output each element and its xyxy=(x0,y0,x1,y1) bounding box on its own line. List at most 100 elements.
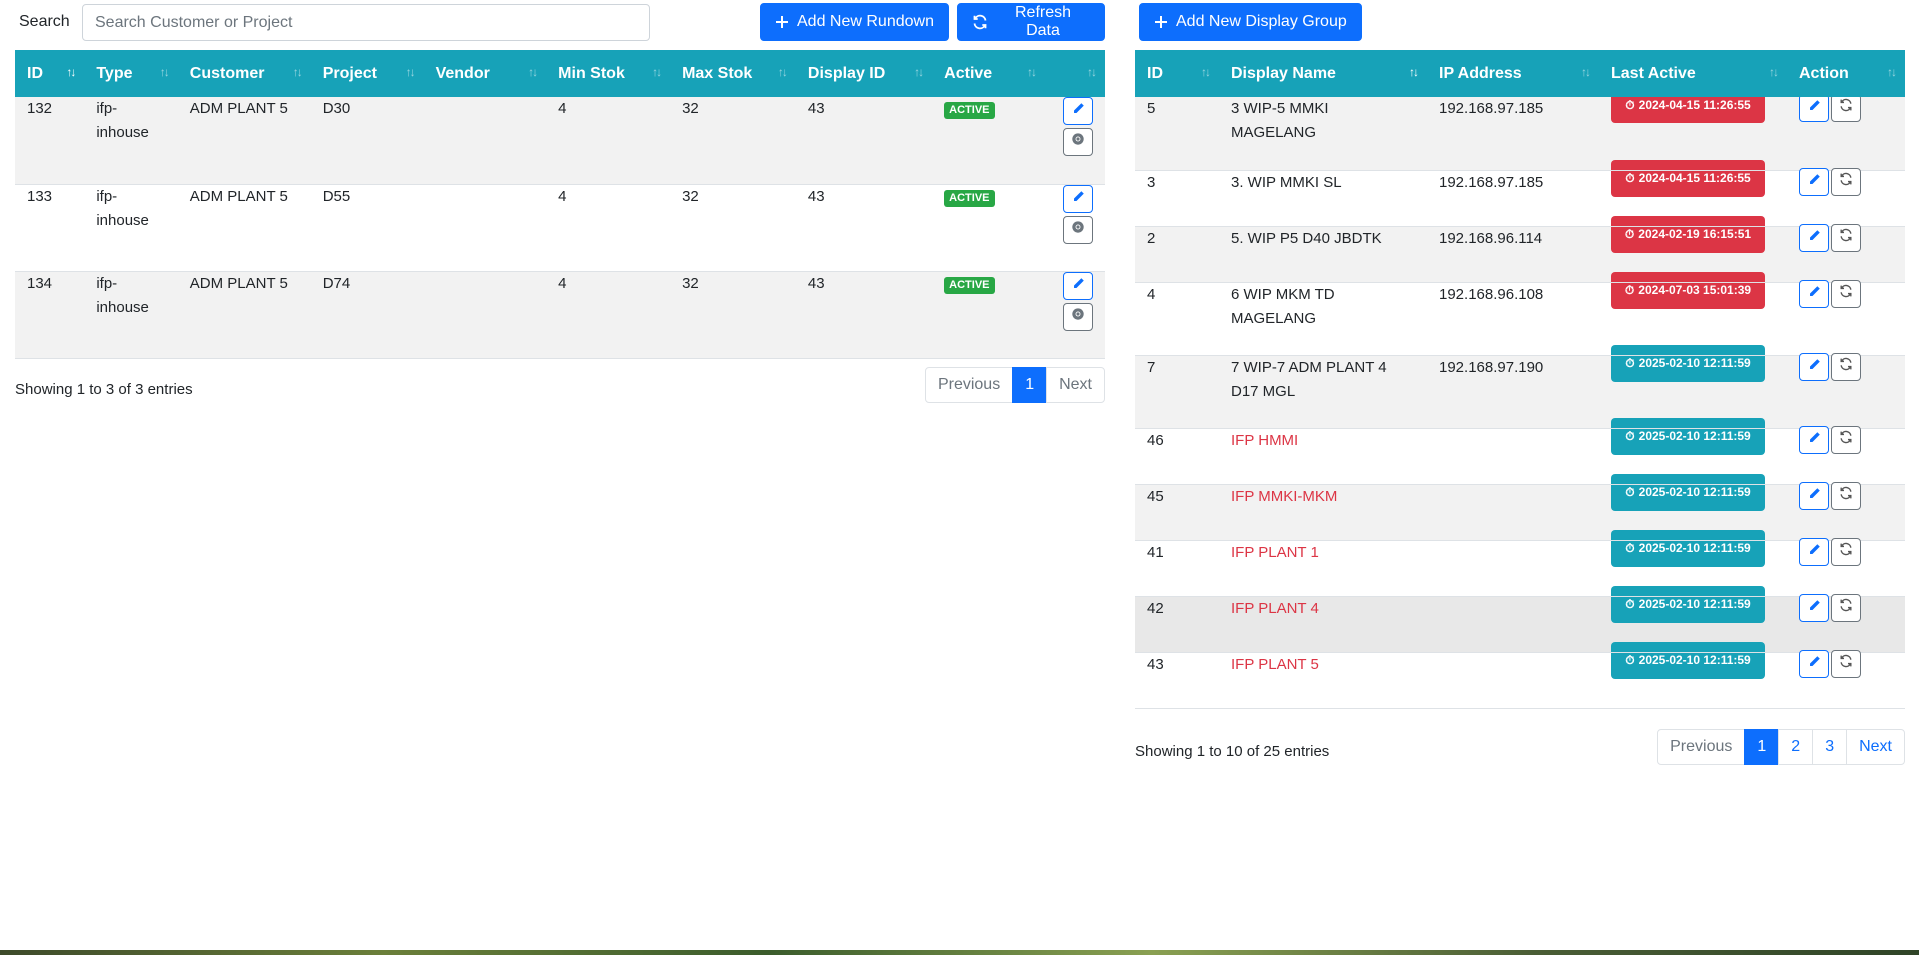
chrome-icon xyxy=(1071,218,1085,242)
col-ip-address[interactable]: IP Address ↑↓ xyxy=(1427,50,1599,97)
last-active-badge: ⏱ 2024-07-03 15:01:39 xyxy=(1611,271,1765,309)
pagination-page-2[interactable]: 2 xyxy=(1778,728,1814,765)
edit-button[interactable] xyxy=(1799,425,1829,454)
table-row: 42 IFP PLANT 4 ⏱ 2025-02-10 12:11:59 xyxy=(1135,585,1905,653)
col-id[interactable]: ID ↑↓ xyxy=(15,50,85,97)
sync-button[interactable] xyxy=(1831,279,1861,308)
last-active-badge: ⏱ 2025-02-10 12:11:59 xyxy=(1611,417,1765,455)
rundown-panel: Search Add New Rundown Refresh Data ID↑↓… xyxy=(15,0,1105,427)
sync-button[interactable] xyxy=(1831,94,1861,122)
chrome-icon xyxy=(1071,130,1085,154)
col-display-id[interactable]: Display ID ↑↓ xyxy=(795,50,933,97)
table-row: 43 IFP PLANT 5 ⏱ 2025-02-10 12:11:59 xyxy=(1135,641,1905,709)
alarm-icon: ⏱ xyxy=(1625,356,1635,370)
edit-button[interactable] xyxy=(1799,593,1829,622)
sort-icon: ↑↓ xyxy=(405,65,416,79)
col-actions[interactable]: ↑↓ xyxy=(1045,50,1105,97)
sort-icon: ↑↓ xyxy=(292,65,303,79)
add-rundown-button[interactable]: Add New Rundown xyxy=(760,3,949,41)
sync-icon xyxy=(1839,596,1853,620)
col-customer[interactable]: Customer ↑↓ xyxy=(177,50,311,97)
col-display-name[interactable]: Display Name ↑↓ xyxy=(1219,50,1427,97)
alarm-icon: ⏱ xyxy=(1625,485,1635,499)
alarm-icon: ⏱ xyxy=(1625,597,1635,611)
edit-button[interactable] xyxy=(1799,167,1829,196)
edit-button[interactable] xyxy=(1799,352,1829,381)
sort-icon: ↑↓ xyxy=(652,65,662,79)
table-row: 3 3. WIP MMKI SL 192.168.97.185 ⏱ 2024-04… xyxy=(1135,159,1905,227)
sync-icon xyxy=(1839,652,1853,676)
sort-icon: ↑↓ xyxy=(1027,65,1037,79)
pagination-page-1[interactable]: 1 xyxy=(1744,728,1780,765)
pagination-next[interactable]: Next xyxy=(1846,728,1905,765)
edit-button[interactable] xyxy=(1799,223,1829,252)
pagination: Previous 1 Next xyxy=(924,366,1105,403)
sync-button[interactable] xyxy=(1831,223,1861,252)
col-vendor[interactable]: Vendor ↑↓ xyxy=(423,50,547,97)
pencil-icon xyxy=(1072,99,1085,123)
last-active-badge: ⏱ 2025-02-10 12:11:59 xyxy=(1611,344,1765,382)
pencil-icon xyxy=(1808,170,1821,194)
pencil-icon xyxy=(1808,652,1821,676)
refresh-label: Refresh Data xyxy=(1014,4,1072,39)
table-row: 2 5. WIP P5 D40 JBDTK 192.168.96.114 ⏱ 20… xyxy=(1135,215,1905,283)
preview-button[interactable] xyxy=(1063,128,1093,156)
col-type[interactable]: Type ↑↓ xyxy=(84,50,178,97)
col-id[interactable]: ID ↑↓ xyxy=(1135,50,1219,97)
pagination-previous[interactable]: Previous xyxy=(1657,728,1746,765)
edit-button[interactable] xyxy=(1799,537,1829,566)
edit-button[interactable] xyxy=(1799,649,1829,678)
col-active[interactable]: Active ↑↓ xyxy=(932,50,1045,97)
pencil-icon xyxy=(1808,282,1821,306)
sync-icon xyxy=(1839,96,1853,120)
alarm-icon: ⏱ xyxy=(1625,171,1635,185)
sync-button[interactable] xyxy=(1831,649,1861,678)
plus-icon xyxy=(775,15,789,29)
sync-button[interactable] xyxy=(1831,425,1861,454)
sync-button[interactable] xyxy=(1831,352,1861,381)
sort-icon: ↑↓ xyxy=(1087,65,1097,79)
table-row: 134 ifp-inhouse ADM PLANT 5 D74 4 32 43 … xyxy=(15,271,1105,359)
display-group-table-header: ID ↑↓ Display Name ↑↓ IP Address ↑↓ Last Ac… xyxy=(1135,50,1905,97)
desktop-wallpaper-strip xyxy=(0,950,1919,955)
pencil-icon xyxy=(1808,428,1821,452)
col-max-stok[interactable]: Max Stok ↑↓ xyxy=(670,50,796,97)
sync-button[interactable] xyxy=(1831,537,1861,566)
pencil-icon xyxy=(1808,484,1821,508)
preview-button[interactable] xyxy=(1063,302,1093,331)
status-badge: ACTIVE xyxy=(944,102,995,119)
search-input[interactable] xyxy=(82,4,650,41)
sort-icon: ↑↓ xyxy=(66,65,76,79)
plus-icon xyxy=(1154,15,1168,29)
edit-button[interactable] xyxy=(1063,97,1093,125)
table-row: 133 ifp-inhouse ADM PLANT 5 D55 4 32 43 … xyxy=(15,184,1105,272)
pagination-page-1[interactable]: 1 xyxy=(1012,366,1048,403)
edit-button[interactable] xyxy=(1799,481,1829,510)
add-display-group-button[interactable]: Add New Display Group xyxy=(1139,3,1362,41)
pagination-next[interactable]: Next xyxy=(1046,366,1105,403)
refresh-button[interactable]: Refresh Data xyxy=(957,3,1105,41)
alarm-icon: ⏱ xyxy=(1625,541,1635,555)
sync-button[interactable] xyxy=(1831,593,1861,622)
edit-button[interactable] xyxy=(1799,94,1829,122)
pagination-page-3[interactable]: 3 xyxy=(1812,728,1848,765)
sort-icon: ↑↓ xyxy=(1409,65,1419,79)
pencil-icon xyxy=(1072,274,1085,298)
col-action[interactable]: Action ↑↓ xyxy=(1787,50,1905,97)
preview-button[interactable] xyxy=(1063,215,1093,244)
pagination-previous[interactable]: Previous xyxy=(924,366,1014,403)
last-active-badge: ⏱ 2025-02-10 12:11:59 xyxy=(1611,641,1765,679)
edit-button[interactable] xyxy=(1063,271,1093,300)
sync-button[interactable] xyxy=(1831,481,1861,510)
col-project[interactable]: Project ↑↓ xyxy=(310,50,424,97)
sync-button[interactable] xyxy=(1831,167,1861,196)
pencil-icon xyxy=(1808,96,1821,120)
table-row: 132 ifp-inhouse ADM PLANT 5 D30 4 32 43 … xyxy=(15,97,1105,185)
col-last-active[interactable]: Last Active ↑↓ xyxy=(1599,50,1787,97)
search-label: Search xyxy=(19,13,70,30)
col-min-stok[interactable]: Min Stok ↑↓ xyxy=(546,50,671,97)
edit-button[interactable] xyxy=(1799,279,1829,308)
edit-button[interactable] xyxy=(1063,184,1093,213)
sort-icon: ↑↓ xyxy=(1201,65,1211,79)
rundown-table: ID ↑↓ Type ↑↓ Customer ↑↓ Project ↑↓ Vendor ↑… xyxy=(15,50,1105,359)
